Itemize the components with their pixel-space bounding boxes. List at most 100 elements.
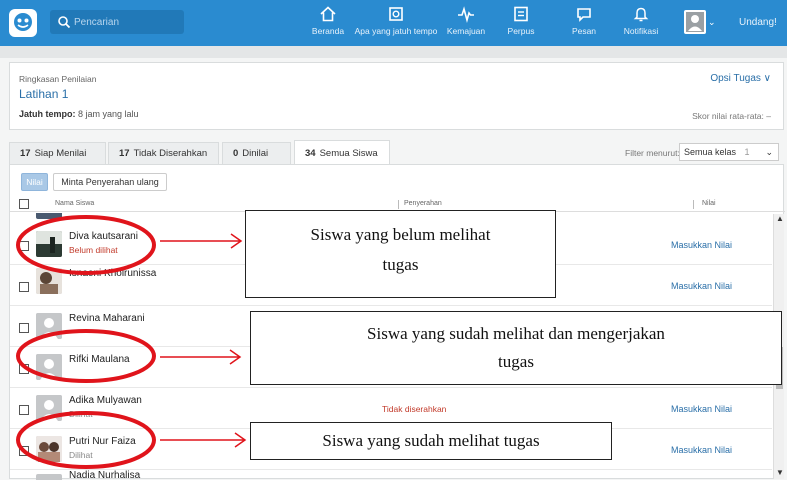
- nav-label: Perpus: [507, 26, 535, 36]
- student-avatar: [36, 474, 62, 480]
- tab-label: Dinilai: [242, 148, 269, 159]
- student-avatar: [36, 268, 62, 294]
- filter-count: 1: [744, 147, 750, 157]
- col-submission[interactable]: Penyerahan: [404, 200, 442, 207]
- top-navbar: Beranda Apa yang jatuh tempo Kemajuan Pe…: [0, 0, 787, 46]
- tab-label: Siap Menilai: [34, 148, 87, 159]
- annotation-line: Siswa yang sudah melihat tugas: [322, 431, 540, 450]
- invite-link[interactable]: Undang!: [739, 17, 777, 28]
- search-input[interactable]: [74, 13, 179, 31]
- col-grade[interactable]: Nilai: [702, 200, 716, 207]
- annotation-line: Siswa yang belum melihat: [310, 225, 491, 244]
- student-name[interactable]: Isnaeni Khoirunissa: [69, 268, 156, 279]
- student-name[interactable]: Putri Nur Faiza: [69, 436, 136, 447]
- class-filter-select[interactable]: Semua kelas 1 ⌄: [679, 143, 779, 161]
- student-avatar: [36, 436, 62, 462]
- nav-label: Kemajuan: [446, 26, 486, 36]
- student-name[interactable]: Adika Mulyawan: [69, 395, 142, 406]
- library-icon: [514, 6, 528, 22]
- filter-label: Filter menurut:: [625, 148, 680, 158]
- row-checkbox[interactable]: [19, 282, 29, 292]
- search-box[interactable]: [50, 10, 184, 34]
- submission-status: Tidak diserahkan: [382, 404, 447, 414]
- summary-caption: Ringkasan Penilaian: [19, 74, 97, 84]
- home-icon: [320, 6, 336, 22]
- enter-grade-link[interactable]: Masukkan Nilai: [671, 445, 732, 455]
- tab-count: 0: [233, 148, 239, 159]
- nav-beranda[interactable]: Beranda: [309, 4, 347, 44]
- average-score: Skor nilai rata-rata: –: [692, 111, 771, 121]
- nav-kemajuan[interactable]: Kemajuan: [446, 4, 486, 44]
- tab-dinilai[interactable]: 0 Dinilai: [222, 142, 291, 164]
- nav-pesan[interactable]: Pesan: [566, 4, 602, 44]
- tab-count: 17: [20, 148, 31, 159]
- student-avatar: [36, 395, 62, 421]
- due-date: Jatuh tempo: 8 jam yang lalu: [19, 109, 139, 119]
- tab-count: 34: [305, 148, 316, 159]
- request-resubmit-button[interactable]: Minta Penyerahan ulang: [53, 173, 167, 191]
- row-checkbox[interactable]: [19, 241, 29, 251]
- annotation-not-viewed: Siswa yang belum melihat tugas: [245, 210, 556, 298]
- student-avatar: [36, 313, 62, 339]
- nav-label: Beranda: [311, 26, 345, 36]
- grade-button[interactable]: Nilai: [21, 173, 48, 191]
- view-status: Dilihat: [69, 450, 93, 460]
- view-status: Dilihat: [69, 409, 93, 419]
- nav-notifikasi[interactable]: Notifikasi: [618, 4, 664, 44]
- select-all-checkbox[interactable]: [19, 199, 29, 209]
- nav-label: Pesan: [571, 26, 597, 36]
- enter-grade-link[interactable]: Masukkan Nilai: [671, 404, 732, 414]
- nav-label: Notifikasi: [623, 26, 659, 36]
- tab-count: 17: [119, 148, 130, 159]
- tab-semua-siswa[interactable]: 34 Semua Siswa: [294, 140, 390, 164]
- student-name[interactable]: Diva kautsarani: [69, 231, 138, 242]
- student-avatar: [36, 231, 62, 257]
- assignment-options-button[interactable]: Opsi Tugas ∨: [710, 73, 771, 84]
- row-checkbox[interactable]: [19, 405, 29, 415]
- annotation-line: tugas: [382, 255, 419, 274]
- pulse-icon: [458, 6, 474, 23]
- row-checkbox[interactable]: [19, 323, 29, 333]
- header-gap: [0, 46, 787, 58]
- scroll-up-icon[interactable]: ▲: [776, 214, 784, 223]
- chevron-down-icon[interactable]: ⌄: [708, 17, 716, 28]
- status-tabs: 17 Siap Menilai 17 Tidak Diserahkan 0 Dinil…: [9, 140, 784, 164]
- edmodo-logo-icon[interactable]: [9, 9, 37, 37]
- tab-label: Tidak Diserahkan: [133, 148, 208, 159]
- student-avatar: [36, 354, 62, 380]
- enter-grade-link[interactable]: Masukkan Nilai: [671, 281, 732, 291]
- user-avatar[interactable]: [684, 10, 706, 34]
- assignment-summary: Ringkasan Penilaian Latihan 1 Jatuh temp…: [9, 62, 784, 130]
- filter-value: Semua kelas: [684, 147, 737, 157]
- tab-label: Semua Siswa: [319, 148, 378, 159]
- col-divider: [398, 200, 399, 209]
- annotation-line: tugas: [498, 352, 534, 371]
- chevron-down-icon: ⌄: [765, 147, 773, 157]
- nav-label: Apa yang jatuh tempo: [354, 26, 438, 36]
- due-label: Jatuh tempo:: [19, 109, 76, 119]
- col-divider: [693, 200, 694, 209]
- student-avatar: [36, 213, 62, 219]
- annotation-line: Siswa yang sudah melihat dan mengerjakan: [367, 324, 665, 343]
- bell-icon: [633, 7, 649, 22]
- view-status: Belum dilihat: [69, 245, 118, 255]
- user-icon: [686, 12, 704, 32]
- row-checkbox[interactable]: [19, 446, 29, 456]
- student-name[interactable]: Rifki Maulana: [69, 354, 130, 365]
- tab-tidak-diserahkan[interactable]: 17 Tidak Diserahkan: [108, 142, 219, 164]
- scroll-down-icon[interactable]: ▼: [776, 468, 784, 477]
- nav-perpus[interactable]: Perpus: [502, 4, 540, 44]
- col-name[interactable]: Nama Siswa: [55, 200, 94, 207]
- nav-due[interactable]: Apa yang jatuh tempo: [352, 4, 440, 44]
- enter-grade-link[interactable]: Masukkan Nilai: [671, 240, 732, 250]
- search-icon: [58, 16, 71, 29]
- student-name[interactable]: Revina Maharani: [69, 313, 145, 324]
- tab-siap-menilai[interactable]: 17 Siap Menilai: [9, 142, 106, 164]
- row-checkbox[interactable]: [19, 364, 29, 374]
- calendar-icon: [389, 7, 403, 21]
- annotation-viewed-submitted: Siswa yang sudah melihat dan mengerjakan…: [250, 311, 782, 385]
- assignment-title[interactable]: Latihan 1: [19, 87, 68, 101]
- due-value: 8 jam yang lalu: [75, 109, 139, 119]
- annotation-viewed: Siswa yang sudah melihat tugas: [250, 422, 612, 460]
- message-icon: [577, 8, 591, 22]
